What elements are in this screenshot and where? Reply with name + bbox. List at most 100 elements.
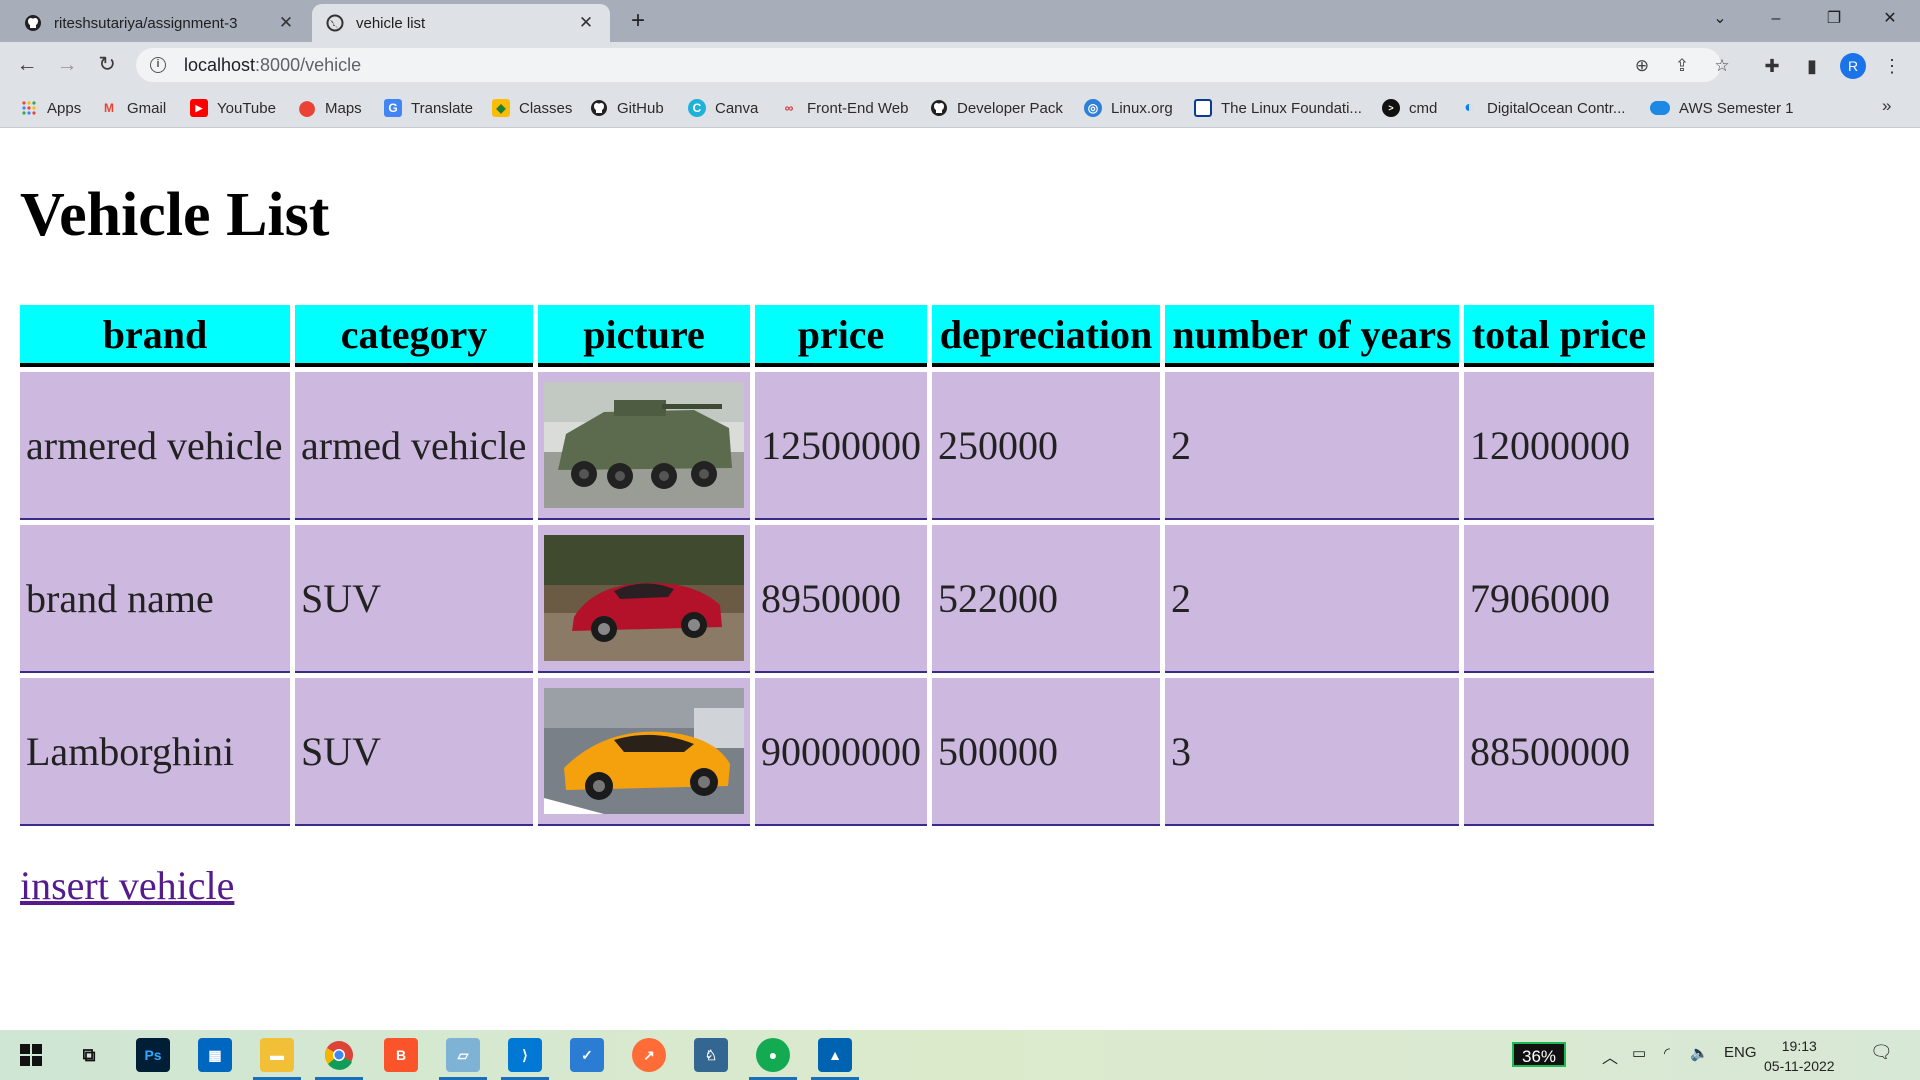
- bookmarks-bar: Apps M Gmail ▶ YouTube ⬤ Maps G Translat…: [0, 88, 1920, 128]
- linux-foundation-icon: [1194, 99, 1212, 117]
- cell-depreciation: 250000: [932, 372, 1160, 520]
- bookmark-maps[interactable]: ⬤ Maps: [298, 97, 362, 119]
- todo-icon[interactable]: ✓: [570, 1038, 604, 1072]
- page-title: Vehicle List: [20, 181, 330, 249]
- show-hidden-icons-icon[interactable]: ︿: [1602, 1044, 1618, 1068]
- bookmark-label: Gmail: [127, 99, 167, 117]
- cell-number-of-years: 2: [1165, 525, 1459, 673]
- volume-icon[interactable]: 🔈: [1690, 1044, 1709, 1062]
- side-panel-icon[interactable]: ▮: [1800, 55, 1824, 77]
- browser-toolbar: ← → ↻ i localhost:8000/vehicle ⊕ ⇪ ☆ ✚ ▮…: [0, 42, 1920, 88]
- close-window-button[interactable]: ✕: [1862, 0, 1918, 40]
- forward-button[interactable]: →: [52, 50, 82, 80]
- insert-vehicle-link[interactable]: insert vehicle: [20, 862, 234, 909]
- bookmark-developer-pack[interactable]: Developer Pack: [930, 97, 1063, 119]
- profile-avatar[interactable]: R: [1840, 53, 1866, 79]
- tab-github[interactable]: riteshsutariya/assignment-3 ✕: [10, 4, 310, 42]
- bookmark-label: Canva: [715, 99, 759, 117]
- column-header-number-of-years: number of years: [1165, 305, 1459, 367]
- bookmark-front-end-web[interactable]: ∞ Front-End Web: [780, 97, 909, 119]
- brave-icon[interactable]: B: [384, 1038, 418, 1072]
- cell-picture: [538, 372, 750, 520]
- bookmark-github[interactable]: GitHub: [590, 97, 664, 119]
- cell-category: armed vehicle: [295, 372, 533, 520]
- tab-vehicle-list[interactable]: vehicle list ✕: [312, 4, 610, 42]
- wifi-icon[interactable]: ◜: [1664, 1044, 1670, 1062]
- bookmark-canva[interactable]: C Canva: [688, 97, 758, 119]
- back-button[interactable]: ←: [12, 50, 42, 80]
- bookmark-classes[interactable]: ◆ Classes: [492, 97, 572, 119]
- postgresql-icon[interactable]: ♘: [694, 1038, 728, 1072]
- page-content: Vehicle List brand category picture pric…: [0, 128, 1920, 1030]
- file-explorer-icon[interactable]: ▬: [253, 1038, 301, 1080]
- notes-app-icon[interactable]: ▱: [439, 1038, 487, 1080]
- chrome-icon[interactable]: [315, 1038, 363, 1080]
- table-row: armered vehicle armed vehicle 12500000 2…: [20, 372, 1654, 520]
- gmail-icon: M: [104, 101, 114, 115]
- bookmark-cmd[interactable]: > cmd: [1382, 97, 1437, 119]
- tab-search-icon[interactable]: ⌄: [1692, 0, 1748, 40]
- url-text: localhost:8000/vehicle: [184, 54, 362, 75]
- zoom-icon[interactable]: ⊕: [1632, 56, 1652, 76]
- battery-icon[interactable]: ▭: [1632, 1044, 1646, 1062]
- cell-depreciation: 500000: [932, 678, 1160, 826]
- postman-icon[interactable]: ↗: [632, 1038, 666, 1072]
- extensions-icon[interactable]: ✚: [1760, 55, 1784, 77]
- cell-picture: [538, 525, 750, 673]
- new-tab-button[interactable]: +: [624, 8, 652, 36]
- restore-button[interactable]: ❐: [1806, 0, 1862, 40]
- cell-total-price: 7906000: [1464, 525, 1654, 673]
- close-tab-icon[interactable]: ✕: [576, 13, 596, 33]
- bookmark-label: AWS Semester 1: [1679, 99, 1794, 117]
- info-icon[interactable]: i: [150, 57, 166, 73]
- github-icon: [930, 99, 948, 117]
- table-row: Lamborghini SUV 90000000 500000 3 885000…: [20, 678, 1654, 826]
- minimize-button[interactable]: –: [1748, 0, 1804, 40]
- bookmark-linux-foundation[interactable]: The Linux Foundati...: [1194, 97, 1362, 119]
- tab-title: vehicle list: [356, 14, 426, 32]
- photoshop-icon[interactable]: Ps: [136, 1038, 170, 1072]
- bookmark-digitalocean[interactable]: ◐ DigitalOcean Contr...: [1460, 97, 1625, 119]
- bookmark-youtube[interactable]: ▶ YouTube: [190, 97, 276, 119]
- share-icon[interactable]: ⇪: [1672, 56, 1692, 76]
- reload-button[interactable]: ↻: [92, 50, 122, 80]
- vscode-icon[interactable]: ⟩: [501, 1038, 549, 1080]
- column-header-brand: brand: [20, 305, 290, 367]
- menu-kebab-icon[interactable]: ⋮: [1880, 55, 1904, 77]
- cell-depreciation: 522000: [932, 525, 1160, 673]
- windows-taskbar: ⧉ Ps ▦ ▬ B ▱ ⟩ ✓ ↗ ♘ ● ▲ 36% ︿ ▭ ◜ 🔈 ENG…: [0, 1030, 1920, 1080]
- cell-brand: brand name: [20, 525, 290, 673]
- youtube-icon: ▶: [190, 99, 208, 117]
- classroom-icon: ◆: [492, 99, 510, 117]
- cell-price: 90000000: [755, 678, 927, 826]
- bookmark-linux-org[interactable]: ◎ Linux.org: [1084, 97, 1173, 119]
- address-bar[interactable]: i localhost:8000/vehicle ⊕ ⇪ ☆: [136, 48, 1730, 82]
- tab-strip: riteshsutariya/assignment-3 ✕ vehicle li…: [0, 0, 1920, 42]
- notifications-icon[interactable]: 🗨: [1870, 1042, 1893, 1063]
- photos-icon[interactable]: ▲: [811, 1038, 859, 1080]
- bookmark-label: The Linux Foundati...: [1221, 99, 1362, 117]
- bookmark-label: Linux.org: [1111, 99, 1173, 117]
- github-icon: [590, 99, 608, 117]
- clock[interactable]: 19:13 05-11-2022: [1764, 1036, 1835, 1076]
- bookmark-translate[interactable]: G Translate: [384, 97, 473, 119]
- aws-icon: [1650, 101, 1670, 115]
- maps-icon: ⬤: [298, 100, 316, 117]
- bookmark-label: cmd: [1409, 99, 1438, 117]
- bookmark-apps[interactable]: Apps: [20, 97, 81, 119]
- mongodb-compass-icon[interactable]: ●: [749, 1038, 797, 1080]
- store-icon[interactable]: ▦: [198, 1038, 232, 1072]
- close-tab-icon[interactable]: ✕: [276, 13, 296, 33]
- bookmark-aws[interactable]: AWS Semester 1: [1650, 97, 1793, 119]
- clock-date: 05-11-2022: [1764, 1058, 1835, 1074]
- translate-icon: G: [384, 99, 402, 117]
- bookmark-gmail[interactable]: M Gmail: [100, 97, 166, 119]
- task-view-icon[interactable]: ⧉: [72, 1038, 106, 1072]
- language-indicator[interactable]: ENG: [1724, 1044, 1757, 1061]
- bookmark-star-icon[interactable]: ☆: [1712, 56, 1732, 76]
- cell-picture: [538, 678, 750, 826]
- github-icon: [24, 14, 42, 32]
- windows-start-icon[interactable]: [14, 1038, 48, 1072]
- bookmarks-overflow-icon[interactable]: »: [1882, 96, 1891, 116]
- table-header-row: brand category picture price depreciatio…: [20, 305, 1654, 367]
